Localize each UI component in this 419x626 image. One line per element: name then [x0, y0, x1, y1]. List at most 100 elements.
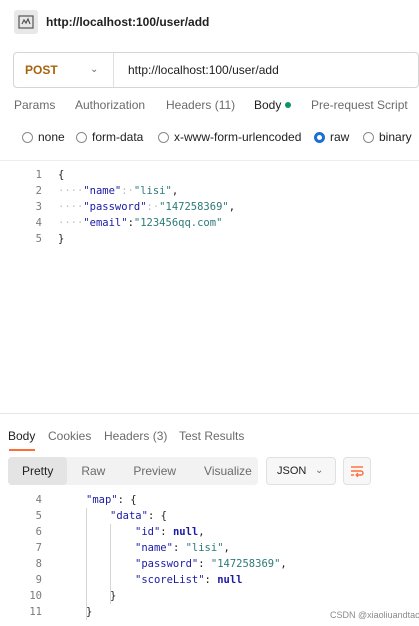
radio-circle [158, 131, 169, 143]
line-number: 8 [35, 558, 42, 570]
separator: :· [121, 185, 134, 197]
radio-none[interactable]: none [22, 130, 65, 144]
radio-circle [76, 131, 87, 143]
json-key: "data" [110, 510, 148, 522]
json-key: "scoreList" [135, 574, 205, 586]
json-value: null [172, 526, 199, 538]
response-tab-headers[interactable]: Headers (3) [104, 429, 167, 443]
brace: } [58, 233, 65, 245]
line-number: 5 [35, 510, 42, 522]
json-value: "lisi" [185, 542, 224, 554]
tab-body[interactable]: Body [254, 98, 292, 112]
watermark: CSDN @xiaoliuandtac [330, 610, 419, 620]
wrap-lines-button[interactable] [343, 457, 371, 485]
editor-line: 2 ····"name":·"lisi", [0, 183, 419, 199]
body-indicator-dot [285, 102, 292, 108]
method-label: POST [25, 63, 58, 77]
line-number: 1 [35, 169, 42, 181]
line-code: "scoreList": null [135, 574, 243, 586]
wrap-lines-icon [351, 466, 364, 478]
json-punct: : [172, 542, 186, 554]
tab-params[interactable]: Params [14, 98, 55, 112]
url-input[interactable] [128, 63, 408, 77]
response-line: 4 "map": { [0, 492, 419, 508]
json-punct: : [160, 526, 173, 538]
pane-divider[interactable] [0, 413, 419, 414]
json-key: "name" [135, 542, 173, 554]
line-code: "id": null, [135, 526, 205, 538]
body-editor[interactable]: 1 { 2 ····"name":·"lisi", 3 ····"passwor… [0, 160, 419, 410]
response-tabs: Body Cookies Headers (3) Test Results [0, 429, 419, 451]
url-bar: POST ⌄ [13, 52, 419, 88]
line-number: 9 [35, 574, 42, 586]
response-tab-body[interactable]: Body [8, 429, 35, 443]
comma: , [171, 185, 179, 197]
view-visualize-button[interactable]: Visualize [190, 457, 266, 485]
response-tab-test-results[interactable]: Test Results [179, 429, 244, 443]
json-key: "name" [83, 185, 122, 197]
comma: , [228, 201, 236, 213]
format-select-label: JSON [277, 465, 307, 477]
line-number: 2 [35, 185, 42, 197]
json-punct: : [204, 574, 218, 586]
response-line: 7 "name": "lisi", [0, 540, 419, 556]
line-number: 4 [35, 217, 42, 229]
tab-authorization[interactable]: Authorization [75, 98, 145, 112]
line-number: 11 [29, 606, 42, 618]
json-key: "password" [83, 201, 147, 213]
request-tabs: Params Authorization Headers (11) Body P… [0, 98, 419, 120]
json-punct: : [198, 558, 211, 570]
radio-raw[interactable]: raw [314, 130, 349, 144]
response-view-toolbar: Pretty Raw Preview Visualize [8, 457, 258, 485]
line-number: 5 [35, 233, 42, 245]
chevron-down-icon: ⌄ [90, 64, 99, 75]
headers-count: (11) [214, 98, 236, 112]
line-code: "name": "lisi", [135, 542, 230, 554]
json-key: "id" [135, 526, 161, 538]
line-code: "password": "147258369", [135, 558, 287, 570]
editor-line: 1 { [0, 167, 419, 183]
line-number: 3 [35, 201, 42, 213]
radio-form-data[interactable]: form-data [76, 130, 143, 144]
radio-label: raw [330, 130, 350, 144]
response-tab-underline [9, 449, 35, 451]
json-key: "password" [135, 558, 199, 570]
json-punct: : { [117, 494, 137, 506]
chevron-down-icon: ⌄ [315, 465, 324, 476]
line-number: 4 [35, 494, 42, 506]
format-select[interactable]: JSON ⌄ [266, 457, 336, 485]
line-code: ····"email":"123456qq.com" [58, 217, 222, 229]
response-line: 5 "data": { [0, 508, 419, 524]
editor-line: 3 ····"password":·"147258369", [0, 199, 419, 215]
view-raw-button[interactable]: Raw [67, 457, 119, 485]
api-request-icon [14, 10, 38, 34]
method-select[interactable]: POST ⌄ [14, 53, 114, 87]
response-body-viewer[interactable]: 4 "map": { 5 "data": { 6 "id": null, 7 "… [0, 492, 419, 626]
line-code: { [58, 169, 64, 181]
line-code: "map": { [86, 494, 137, 506]
json-value: "147258369" [159, 201, 229, 213]
radio-binary[interactable]: binary [363, 130, 412, 144]
body-type-selector: none form-data x-www-form-urlencoded raw… [0, 130, 419, 150]
tab-headers[interactable]: Headers (11) [166, 98, 235, 112]
radio-circle-checked [314, 131, 325, 143]
view-preview-button[interactable]: Preview [119, 457, 190, 485]
comma: , [280, 558, 287, 570]
view-pretty-button[interactable]: Pretty [8, 457, 68, 485]
line-code: } [58, 233, 64, 245]
json-value: "147258369" [210, 558, 281, 570]
response-line: 8 "password": "147258369", [0, 556, 419, 572]
radio-label: form-data [92, 130, 144, 144]
editor-line: 5 } [0, 231, 419, 247]
indent: ···· [58, 201, 84, 213]
line-code: } [110, 590, 117, 602]
json-key: "map" [86, 494, 118, 506]
separator: :· [146, 201, 160, 213]
tab-prerequest-script[interactable]: Pre-request Script [311, 98, 408, 112]
radio-label: binary [379, 130, 412, 144]
response-line: 6 "id": null, [0, 524, 419, 540]
line-number: 6 [35, 526, 42, 538]
indent: ···· [58, 217, 84, 229]
radio-urlencoded[interactable]: x-www-form-urlencoded [158, 130, 301, 144]
response-tab-cookies[interactable]: Cookies [48, 429, 91, 443]
